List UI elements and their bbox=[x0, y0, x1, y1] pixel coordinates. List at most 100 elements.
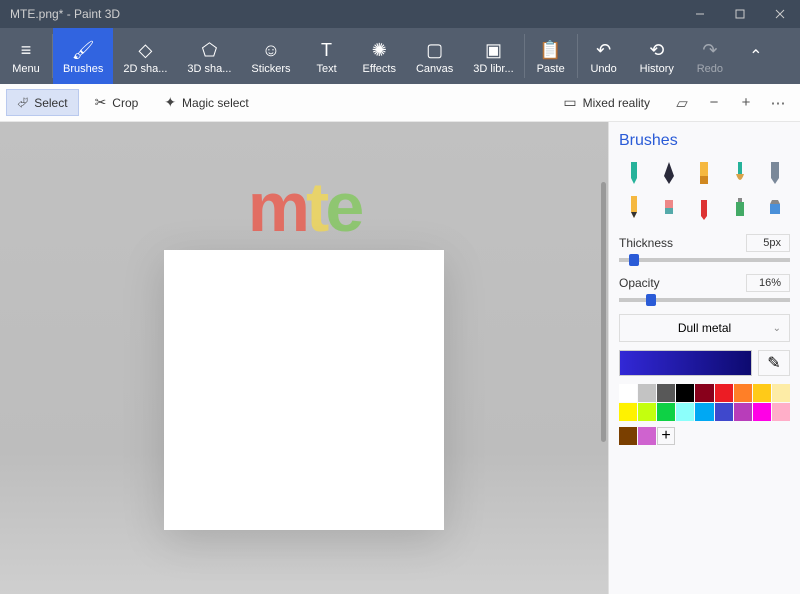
brush-oil[interactable] bbox=[690, 160, 719, 186]
ribbon: ≡Menu 🖌Brushes ◇2D sha... ⬠3D sha... ☺St… bbox=[0, 28, 800, 84]
color-swatch[interactable] bbox=[715, 384, 733, 402]
maximize-button[interactable] bbox=[720, 0, 760, 28]
brush-fill[interactable] bbox=[761, 194, 790, 220]
opacity-slider[interactable] bbox=[619, 298, 790, 302]
brush-marker[interactable] bbox=[619, 160, 648, 186]
vertical-scrollbar[interactable] bbox=[601, 182, 606, 442]
color-swatch[interactable] bbox=[734, 384, 752, 402]
tab-brushes[interactable]: 🖌Brushes bbox=[53, 28, 113, 84]
color-swatch[interactable] bbox=[676, 384, 694, 402]
opacity-value[interactable]: 16% bbox=[746, 274, 790, 292]
brush-pixel-pen[interactable] bbox=[761, 160, 790, 186]
color-palette-custom: + bbox=[619, 427, 790, 445]
brush-watercolor[interactable] bbox=[725, 160, 754, 186]
crop-icon: ✂ bbox=[95, 94, 107, 111]
color-swatch[interactable] bbox=[695, 384, 713, 402]
magic-select-tool[interactable]: ✦Magic select bbox=[154, 90, 258, 115]
brush-eraser[interactable] bbox=[654, 194, 683, 220]
effects-icon: ✺ bbox=[372, 37, 387, 63]
sticker-icon: ☺ bbox=[262, 37, 280, 63]
minimize-button[interactable] bbox=[680, 0, 720, 28]
color-swatch[interactable] bbox=[753, 384, 771, 402]
undo-button[interactable]: ↶Undo bbox=[578, 28, 630, 84]
brush-spray-can[interactable] bbox=[725, 194, 754, 220]
chevron-down-icon: ⌄ bbox=[773, 323, 781, 334]
tab-stickers[interactable]: ☺Stickers bbox=[241, 28, 300, 84]
brush-crayon[interactable] bbox=[690, 194, 719, 220]
window-title: MTE.png* - Paint 3D bbox=[10, 7, 120, 21]
current-color[interactable] bbox=[619, 350, 752, 376]
color-swatch[interactable] bbox=[715, 403, 733, 421]
flag-icon: ▱ bbox=[676, 94, 688, 112]
tab-canvas[interactable]: ▢Canvas bbox=[406, 28, 463, 84]
eyedropper-button[interactable]: ✎ bbox=[758, 350, 790, 376]
ellipsis-icon: ⋯ bbox=[771, 94, 786, 112]
color-swatch[interactable] bbox=[638, 427, 656, 445]
color-swatch[interactable] bbox=[638, 403, 656, 421]
mixed-reality-icon: ▭ bbox=[563, 94, 576, 111]
cube-icon: ⬠ bbox=[202, 37, 218, 63]
library-icon: ▣ bbox=[485, 37, 502, 63]
paste-icon: 📋 bbox=[539, 37, 561, 63]
paste-button[interactable]: 📋Paste bbox=[525, 28, 577, 84]
color-swatch[interactable] bbox=[657, 403, 675, 421]
minus-icon: − bbox=[710, 94, 719, 111]
brush-icon: 🖌 bbox=[72, 37, 95, 63]
color-swatch[interactable] bbox=[772, 403, 790, 421]
cursor-icon: ⮰ bbox=[17, 94, 28, 111]
history-button[interactable]: ⟲History bbox=[630, 28, 684, 84]
color-swatch[interactable] bbox=[772, 384, 790, 402]
mixed-reality-tool[interactable]: ▭Mixed reality bbox=[553, 90, 660, 115]
view-3d-button[interactable]: ▱ bbox=[668, 89, 696, 117]
color-swatch[interactable] bbox=[676, 403, 694, 421]
color-swatch[interactable] bbox=[619, 384, 637, 402]
menu-button[interactable]: ≡Menu bbox=[0, 28, 52, 84]
color-swatch[interactable] bbox=[619, 427, 637, 445]
redo-icon: ↷ bbox=[702, 37, 717, 63]
tab-3d-shapes[interactable]: ⬠3D sha... bbox=[177, 28, 241, 84]
color-swatch[interactable] bbox=[695, 403, 713, 421]
tab-effects[interactable]: ✺Effects bbox=[353, 28, 406, 84]
panel-heading: Brushes bbox=[619, 132, 790, 150]
color-swatch[interactable] bbox=[638, 384, 656, 402]
undo-icon: ↶ bbox=[596, 37, 611, 63]
thickness-value[interactable]: 5px bbox=[746, 234, 790, 252]
thickness-label: Thickness bbox=[619, 236, 673, 250]
text-icon: T bbox=[321, 37, 332, 63]
opacity-label: Opacity bbox=[619, 276, 660, 290]
history-icon: ⟲ bbox=[649, 37, 664, 63]
canvas-icon: ▢ bbox=[426, 37, 443, 63]
tab-2d-shapes[interactable]: ◇2D sha... bbox=[113, 28, 177, 84]
redo-button[interactable]: ↷Redo bbox=[684, 28, 736, 84]
color-swatch[interactable] bbox=[734, 403, 752, 421]
canvas-surface[interactable] bbox=[164, 250, 444, 530]
chevron-up-icon: ⌃ bbox=[749, 46, 762, 66]
close-button[interactable] bbox=[760, 0, 800, 28]
canvas-area[interactable]: mte bbox=[0, 122, 608, 594]
thickness-slider[interactable] bbox=[619, 258, 790, 262]
plus-icon: + bbox=[742, 94, 751, 111]
eyedropper-icon: ✎ bbox=[767, 353, 780, 373]
tab-3d-library[interactable]: ▣3D libr... bbox=[463, 28, 523, 84]
zoom-out-button[interactable]: − bbox=[700, 89, 728, 117]
color-swatch[interactable] bbox=[619, 403, 637, 421]
select-tool[interactable]: ⮰Select bbox=[6, 89, 79, 116]
hamburger-icon: ≡ bbox=[21, 37, 32, 63]
color-swatch[interactable] bbox=[657, 384, 675, 402]
tab-text[interactable]: TText bbox=[301, 28, 353, 84]
material-dropdown[interactable]: Dull metal ⌄ bbox=[619, 314, 790, 342]
titlebar: MTE.png* - Paint 3D bbox=[0, 0, 800, 28]
toolbar: ⮰Select ✂Crop ✦Magic select ▭Mixed reali… bbox=[0, 84, 800, 122]
crop-tool[interactable]: ✂Crop bbox=[85, 90, 149, 115]
more-button[interactable]: ⋯ bbox=[764, 89, 792, 117]
add-color-button[interactable]: + bbox=[657, 427, 675, 445]
canvas-3d-text[interactable]: mte bbox=[248, 167, 361, 247]
brushes-panel: Brushes Thickness 5px Opacity 16% bbox=[608, 122, 800, 594]
color-swatch[interactable] bbox=[753, 403, 771, 421]
brush-pencil[interactable] bbox=[619, 194, 648, 220]
color-palette bbox=[619, 384, 790, 421]
brush-calligraphy-pen[interactable] bbox=[654, 160, 683, 186]
zoom-in-button[interactable]: + bbox=[732, 89, 760, 117]
magic-select-icon: ✦ bbox=[164, 94, 176, 111]
collapse-ribbon-button[interactable]: ⌃ bbox=[736, 28, 776, 84]
